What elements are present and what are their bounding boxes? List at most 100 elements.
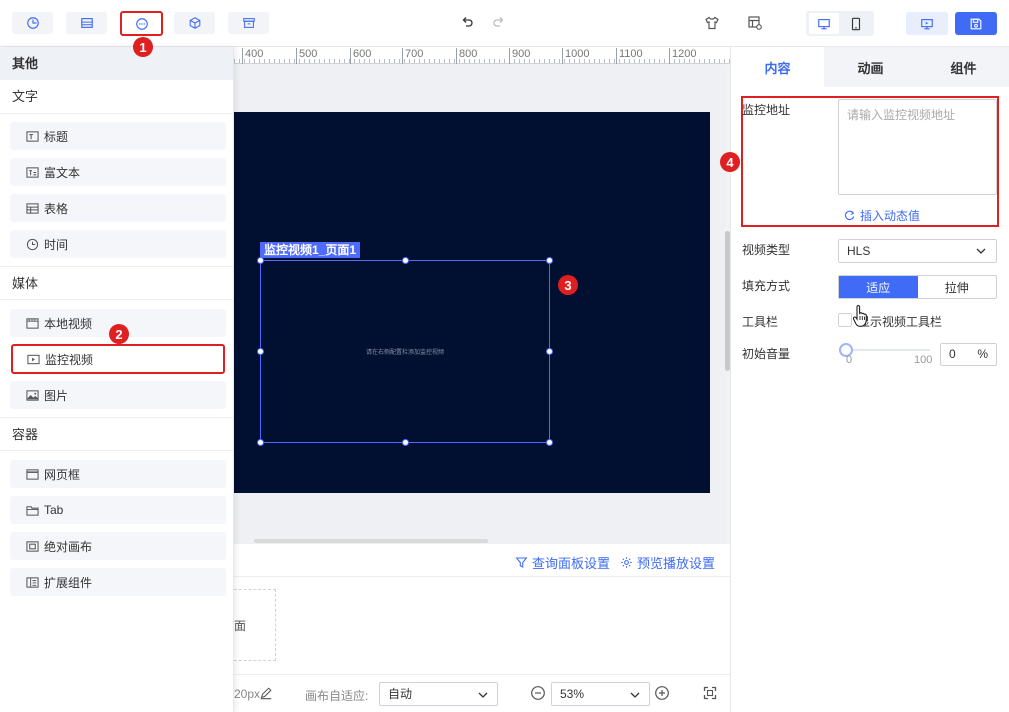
video-type-select[interactable]: HLS [838,239,997,263]
page-panel-header: 查询面板设置 预览播放设置 [234,544,730,577]
monitor-url-input[interactable]: 请输入监控视频地址 [838,99,997,195]
component-absolute-canvas[interactable]: 绝对画布 [10,532,226,560]
image-icon [26,389,39,401]
save-icon [970,18,982,29]
property-tabs: 内容 动画 组件 [731,47,1009,87]
web-frame-icon [26,468,39,480]
resize-handle[interactable] [257,439,264,446]
group-title-text: 文字 [0,80,233,114]
component-tab[interactable]: Tab [10,496,226,524]
clock-button[interactable] [12,12,53,34]
canvas-stage[interactable]: 监控视频1_页面1 请在右侧配置栏添加监控视频 [234,112,710,493]
device-switch [806,11,874,36]
cube-icon [189,17,200,29]
ruler-label: 400 [242,48,263,64]
component-label: 富文本 [44,165,81,180]
preview-icon [921,18,933,29]
component-image[interactable]: 图片 [10,381,226,409]
preview-button[interactable] [906,12,948,35]
canvas-fit-label: 画布自适应: [305,689,369,703]
save-button[interactable] [955,12,997,35]
tab-component[interactable]: 组件 [917,47,1009,87]
zoom-value: 53% [560,687,585,701]
more-components-button[interactable] [120,11,163,36]
table-icon [80,18,93,28]
resize-handle[interactable] [546,348,553,355]
cube-button[interactable] [174,12,215,34]
initial-volume-label: 初始音量 [742,347,791,361]
component-label: 时间 [44,237,69,252]
clock-icon [26,17,39,29]
table-button[interactable] [66,12,107,34]
theme-icon [705,16,719,30]
component-label: 监控视频 [45,352,94,367]
fill-mode-fit[interactable]: 适应 [839,276,918,298]
theme-button[interactable] [702,13,722,33]
tab-animation[interactable]: 动画 [824,47,917,87]
undo-button[interactable] [457,13,477,33]
desktop-icon [818,18,830,29]
heading-icon [26,130,39,142]
component-web-frame[interactable]: 网页框 [10,460,226,488]
zoom-out-icon[interactable] [530,685,546,701]
show-toolbar-checkbox-label[interactable]: 显示视频工具栏 [858,313,942,330]
query-panel-settings-link[interactable]: 查询面板设置 [515,553,610,572]
component-heading[interactable]: 标题 [10,122,226,150]
ruler-label: 700 [402,48,423,64]
surveillance-video-widget[interactable]: 请在右侧配置栏添加监控视频 [257,257,553,446]
tab-content[interactable]: 内容 [731,47,824,87]
resize-handle[interactable] [257,348,264,355]
volume-slider-track[interactable] [844,349,930,351]
zoom-select[interactable]: 53% [551,682,650,706]
component-panel-header: 其他 [0,47,233,80]
archive-button[interactable] [228,12,269,34]
component-extension[interactable]: 扩展组件 [10,568,226,596]
component-rich-text[interactable]: 富文本 [10,158,226,186]
annotation-badge-2: 2 [109,324,129,344]
widget-title-tag[interactable]: 监控视频1_页面1 [260,242,361,258]
component-label: 网页框 [44,467,81,482]
component-table[interactable]: 表格 [10,194,226,222]
ruler-label: 600 [350,48,371,64]
more-icon [135,17,148,30]
group-title-container: 容器 [0,417,233,451]
desktop-view-button[interactable] [809,13,839,34]
mobile-icon [851,17,861,30]
redo-button[interactable] [489,13,509,33]
edit-icon[interactable] [259,686,273,700]
zoom-in-icon[interactable] [654,685,670,701]
resize-handle[interactable] [546,439,553,446]
monitor-url-label: 监控地址 [742,103,791,117]
insert-dynamic-value-link[interactable]: 插入动态值 [843,207,920,224]
preview-play-settings-link[interactable]: 预览播放设置 [620,553,715,572]
canvas-size-text: 20px [234,687,261,701]
widget-hint-text: 请在右侧配置栏添加监控视频 [365,350,444,356]
resize-handle[interactable] [257,257,264,264]
resize-handle[interactable] [402,257,409,264]
property-panel: 内容 动画 组件 监控地址 请输入监控视频地址 插入动态值 视频类型 HLS 填… [730,47,1009,712]
component-time[interactable]: 时间 [10,230,226,258]
component-label: 标题 [44,129,69,144]
component-label: 扩展组件 [44,575,93,590]
absolute-canvas-icon [26,540,39,552]
layout-settings-icon [748,16,762,30]
resize-handle[interactable] [546,257,553,264]
gear-icon [621,557,632,568]
layout-settings-button[interactable] [745,13,765,33]
monitor-url-placeholder: 请输入监控视频地址 [847,108,956,122]
volume-input[interactable]: 0 % [940,343,997,366]
show-toolbar-checkbox[interactable] [838,313,852,327]
canvas-fit-select[interactable]: 自动 [379,682,498,706]
fill-mode-stretch[interactable]: 拉伸 [918,276,997,298]
component-surveillance-video[interactable]: 监控视频 [11,344,225,374]
fullscreen-icon[interactable] [702,685,718,701]
canvas-area[interactable]: 400 500 600 700 800 900 1000 1100 1200 监… [234,47,730,544]
canvas-horizontal-scrollbar[interactable] [254,539,488,543]
insert-dynamic-value-label: 插入动态值 [860,209,921,223]
volume-min-label: 0 [846,354,853,366]
extension-icon [26,576,39,588]
preview-play-settings-label: 预览播放设置 [637,556,716,571]
mobile-view-button[interactable] [841,13,871,34]
resize-handle[interactable] [402,439,409,446]
table-icon [26,202,39,214]
